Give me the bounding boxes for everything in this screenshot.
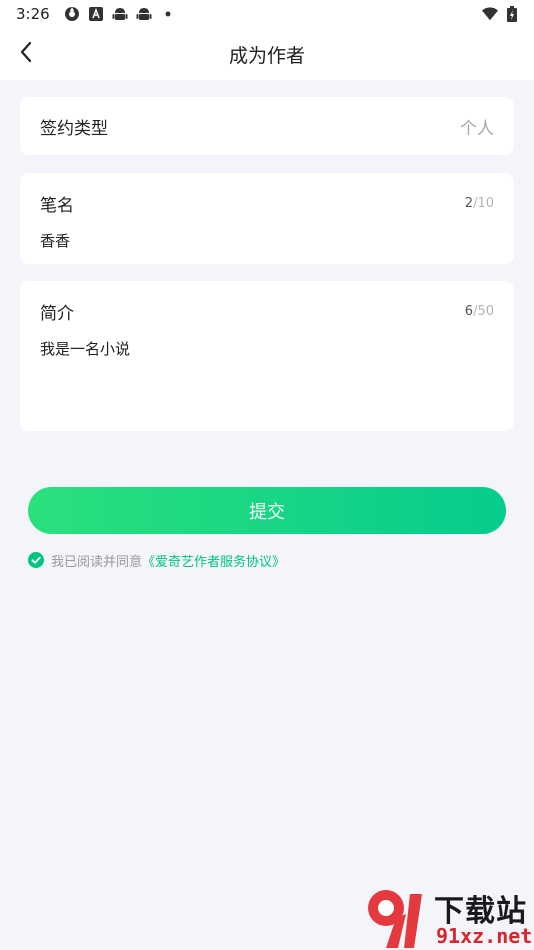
- pen-name-max: /10: [473, 196, 494, 211]
- agreement-row: 我已阅读并同意 《爱奇艺作者服务协议》: [28, 551, 285, 570]
- intro-card: 简介 6/50 我是一名小说: [20, 281, 514, 431]
- wifi-icon: [482, 6, 498, 22]
- pen-name-card: 笔名 2/10 香香: [20, 173, 514, 264]
- sign-type-label: 签约类型: [40, 118, 108, 139]
- watermark: 下载站 91xz.net: [364, 884, 534, 950]
- battery-icon: [504, 6, 520, 22]
- pen-name-count: 2: [464, 196, 474, 211]
- app-bar: 成为作者: [0, 28, 534, 80]
- intro-textarea[interactable]: 我是一名小说: [40, 338, 494, 359]
- status-bar: 3:26: [0, 0, 534, 28]
- a-box-icon: [88, 6, 104, 22]
- gear-icon: [64, 6, 80, 22]
- intro-header: 简介 6/50: [40, 299, 494, 324]
- agreement-link[interactable]: 《爱奇艺作者服务协议》: [142, 551, 285, 570]
- intro-label: 简介: [40, 304, 74, 324]
- sign-type-row[interactable]: 签约类型 个人: [20, 97, 514, 155]
- sign-type-value[interactable]: 个人: [460, 114, 494, 139]
- back-button[interactable]: [12, 40, 40, 68]
- status-left: 3:26: [16, 5, 176, 23]
- intro-counter: 6/50: [465, 304, 494, 319]
- watermark-logo-icon: [364, 884, 430, 950]
- submit-button[interactable]: 提交: [28, 487, 506, 534]
- dot-icon: [160, 6, 176, 22]
- page-title: 成为作者: [228, 44, 305, 67]
- watermark-url: 91xz.net: [436, 924, 533, 948]
- android-icon: [112, 6, 128, 22]
- pen-name-header: 笔名 2/10: [40, 191, 494, 216]
- pen-name-counter: 2/10: [465, 196, 494, 211]
- chevron-left-icon: [19, 41, 33, 67]
- pen-name-label: 笔名: [40, 196, 74, 216]
- intro-count: 6: [464, 304, 474, 319]
- checkbox-checked-icon[interactable]: [28, 552, 44, 568]
- status-right: [482, 6, 520, 22]
- agreement-text: 我已阅读并同意: [51, 554, 143, 570]
- intro-max: /50: [473, 304, 494, 319]
- status-time: 3:26: [16, 5, 50, 23]
- pen-name-input[interactable]: 香香: [40, 230, 494, 251]
- android-icon: [136, 6, 152, 22]
